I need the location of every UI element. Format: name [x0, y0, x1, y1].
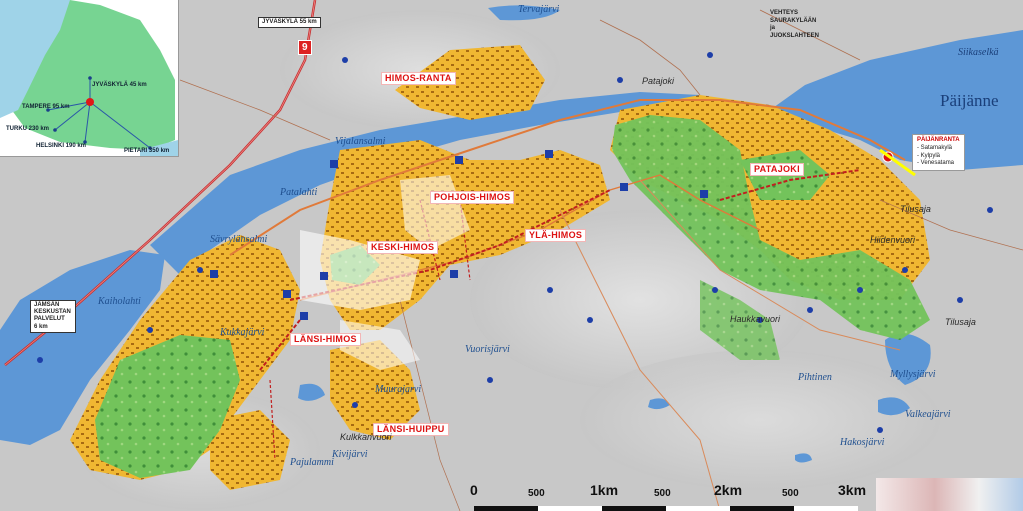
- finland-inset-map: JYVÄSKYLÄ 45 km TAMPERE 95 km TURKU 230 …: [0, 0, 179, 157]
- place-label: Tilusaja: [900, 204, 931, 214]
- area-patajoki[interactable]: PATAJOKI: [750, 163, 804, 176]
- water-label: Hakosjärvi: [840, 437, 885, 448]
- water-label: Myllysjärvi: [890, 369, 936, 380]
- scale-label: 1km: [590, 482, 619, 498]
- sign-vehtee: VEHTEYS SAURAKYLÄÄN ja JUOKSLAHTEEN: [770, 10, 819, 40]
- sign-jamsa-line: 6 km: [34, 323, 48, 330]
- road-number-badge: 9: [298, 40, 312, 55]
- water-label: Vijalansalmi: [335, 136, 386, 147]
- water-label: Sävrylänsalmi: [210, 234, 268, 245]
- place-label: Haukkavuori: [730, 314, 781, 324]
- area-himos-ranta[interactable]: HIMOS-RANTA: [381, 72, 456, 85]
- resort-map[interactable]: JYVÄSKYLÄ 45 km TAMPERE 95 km TURKU 230 …: [0, 0, 1023, 511]
- place-label: Patajoki: [642, 76, 675, 86]
- sign-vehtee-line: ja: [770, 25, 776, 31]
- sign-jamsa-line: KESKUSTAN: [34, 309, 71, 316]
- scale-label: 0: [470, 482, 478, 498]
- place-label: Kulkkanvuori: [340, 432, 392, 442]
- inset-map-shape: [0, 0, 178, 156]
- scale-label: 500: [782, 488, 799, 499]
- sign-vehtee-line: SAURAKYLÄÄN: [770, 17, 817, 24]
- water-label: Patalahti: [280, 187, 318, 198]
- sign-jyvaskyla: JYVÄSKYLÄ 55 km: [258, 17, 321, 29]
- inset-city-pietari: PIETARI 350 km: [124, 148, 170, 154]
- scale-bar: 0 500 1km 500 2km 500 3km: [470, 480, 1023, 511]
- sign-jamsa-line: PALVELUT: [34, 316, 65, 323]
- inset-city-helsinki: HELSINKI 190 km: [36, 143, 87, 149]
- inset-city-tampere: TAMPERE 95 km: [22, 104, 70, 110]
- water-label: Pihtinen: [798, 372, 832, 383]
- sign-jamsa: JÄMSÄN KESKUSTAN PALVELUT 6 km: [30, 300, 76, 333]
- water-label: Kivijärvi: [332, 449, 368, 460]
- sign-vehtee-line: VEHTEYS: [770, 10, 799, 16]
- legend-item: - Venesatama: [917, 160, 955, 167]
- legend-item: - Kylpylä: [917, 152, 941, 159]
- scale-label: 500: [654, 488, 671, 499]
- lake-paijanne-label: Päijänne: [940, 91, 999, 110]
- inset-city-jyvaskyla: JYVÄSKYLÄ 45 km: [92, 82, 147, 88]
- legend-item: - Satamakylä: [917, 144, 953, 151]
- water-label: Kaiholahti: [98, 296, 141, 307]
- paijanranta-legend: PÄIJÄNRANTA - Satamakylä - Kylpylä - Ven…: [912, 134, 965, 172]
- area-pohjois-himos[interactable]: POHJOIS-HIMOS: [430, 191, 515, 204]
- area-lansi-himos[interactable]: LÄNSI-HIMOS: [290, 333, 361, 346]
- scale-label: 3km: [838, 482, 867, 498]
- water-label: Muurajarvi: [375, 384, 422, 395]
- legend-title: PÄIJÄNRANTA: [917, 137, 960, 143]
- inset-city-turku: TURKU 230 km: [6, 126, 50, 132]
- water-label: Siikaselkä: [958, 47, 999, 58]
- water-label: Valkeajärvi: [905, 409, 951, 420]
- sign-jamsa-line: JÄMSÄN: [34, 302, 60, 308]
- water-label: Pajulammi: [290, 457, 334, 468]
- place-label: Tilusaja: [945, 317, 976, 327]
- scale-label: 500: [528, 488, 545, 499]
- area-yla-himos[interactable]: YLÄ-HIMOS: [525, 229, 587, 242]
- water-label: Kukkajärvi: [220, 327, 265, 338]
- scale-label: 2km: [714, 482, 743, 498]
- sign-vehtee-line: JUOKSLAHTEEN: [770, 32, 820, 39]
- place-label: Hiidenvuori: [870, 235, 916, 245]
- water-label: Vuorisjärvi: [465, 344, 510, 355]
- area-keski-himos[interactable]: KESKI-HIMOS: [367, 241, 439, 254]
- water-label: Tervajärvi: [518, 4, 560, 15]
